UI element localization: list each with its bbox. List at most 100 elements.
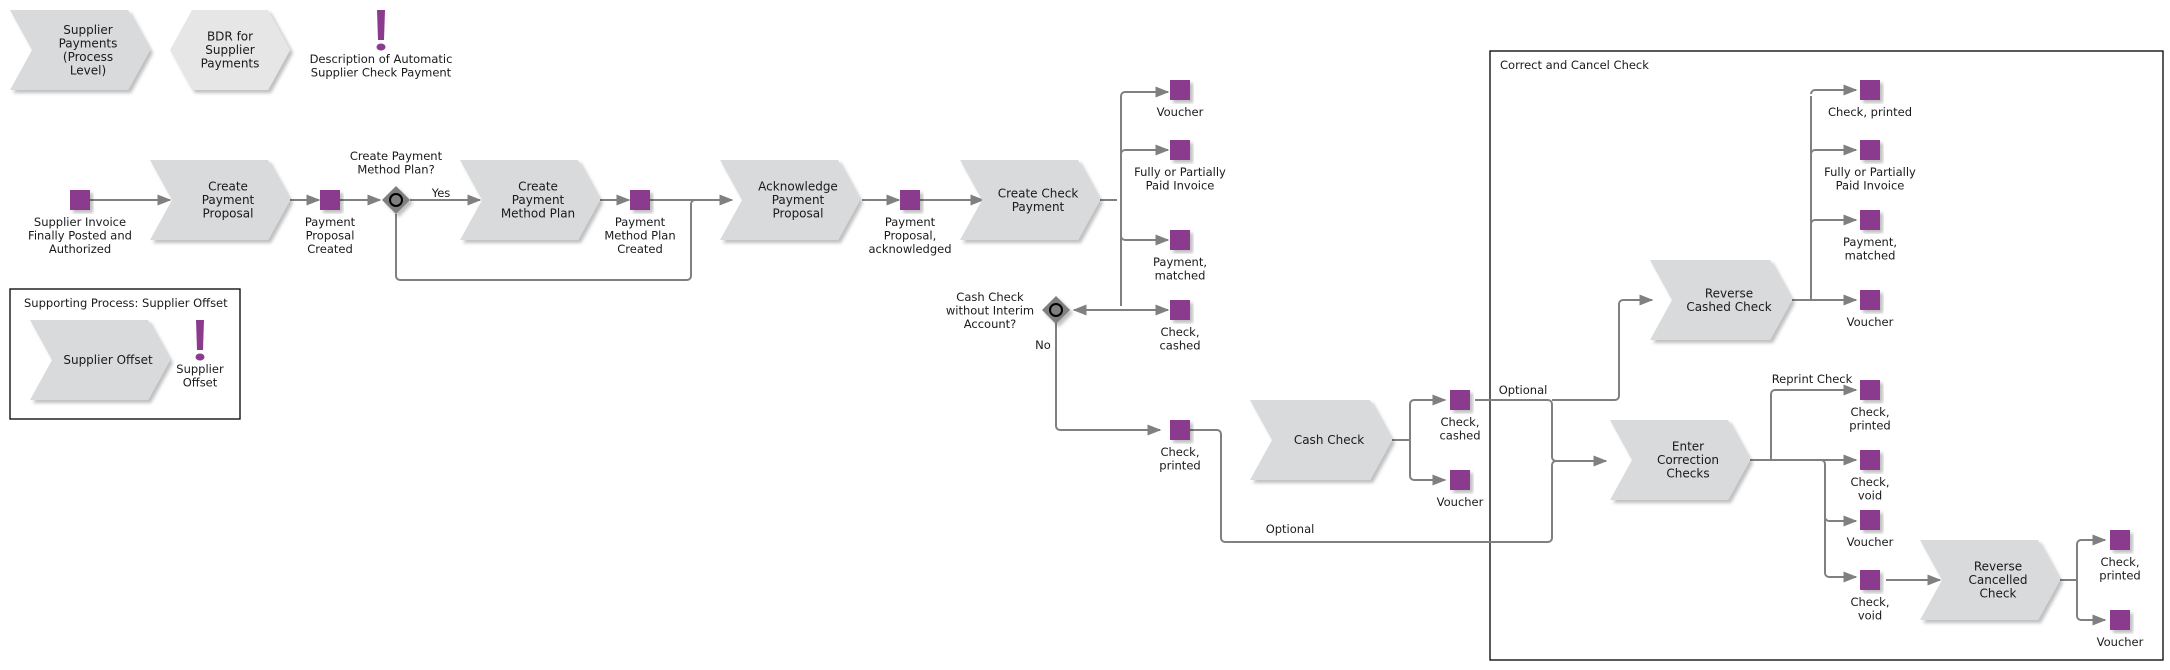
event-label: Fully or Partially Paid Invoice (1134, 165, 1226, 193)
event-label: Voucher (1157, 105, 1204, 119)
function-reverse-cancelled-check[interactable]: Reverse Cancelled Check (1920, 540, 2060, 620)
event-square (1170, 80, 1190, 100)
event-square (1860, 380, 1880, 400)
event-square (1860, 140, 1880, 160)
edge (1120, 144, 1170, 156)
note-description[interactable]: Description of Automatic Supplier Check P… (310, 10, 453, 80)
gateway-cash-check[interactable] (1042, 296, 1070, 324)
edge (1409, 474, 1447, 486)
event-label: Check, printed (1159, 445, 1200, 473)
event-square (1450, 470, 1470, 490)
edge (1810, 84, 1858, 96)
optional-label-top: Optional (1499, 383, 1548, 397)
event[interactable]: Payment, matched (1153, 230, 1207, 283)
event-square (320, 190, 340, 210)
edge (1810, 144, 1858, 156)
function-label: BDR for Supplier Payments (201, 30, 260, 71)
event-square (1450, 390, 1470, 410)
event-label: Fully or Partially Paid Invoice (1824, 165, 1916, 193)
event[interactable]: Voucher (1847, 290, 1894, 329)
reprint-check-label: Reprint Check (1772, 372, 1853, 386)
event-square (630, 190, 650, 210)
event[interactable]: Voucher (1847, 510, 1894, 549)
event-square (900, 190, 920, 210)
function-label: Create Payment Proposal (202, 180, 255, 221)
yes-label: Yes (431, 186, 451, 200)
function-enter-correction-checks[interactable]: Enter Correction Checks (1610, 420, 1750, 500)
event-square (2110, 610, 2130, 630)
event[interactable]: Check, void (1850, 450, 1890, 503)
event[interactable]: Check, cashed (1159, 300, 1201, 353)
event-label: Check, void (1850, 595, 1889, 623)
event-label: Check, printed (1828, 105, 1912, 119)
edge (1552, 294, 1654, 401)
edge (1055, 322, 1162, 436)
event[interactable]: Check, void (1850, 570, 1890, 623)
function-bdr-supplier-payments[interactable]: BDR for Supplier Payments (170, 10, 290, 90)
event-label: Payment Proposal, acknowledged (868, 215, 951, 256)
event-label: Payment, matched (1843, 235, 1897, 263)
event-label: Payment Proposal Created (305, 215, 356, 256)
event-square (70, 190, 90, 210)
event[interactable]: Payment, matched (1843, 210, 1897, 263)
function-supplier-offset[interactable]: Supplier Offset (30, 320, 170, 400)
gateway-question-plan: Create Payment Method Plan? (350, 149, 443, 177)
edge (1475, 399, 1608, 467)
event-label: Check, void (1850, 475, 1889, 503)
function-label: Cash Check (1294, 433, 1364, 447)
event-label: Supplier Invoice Finally Posted and Author… (28, 215, 132, 256)
supporting-process-title: Supporting Process: Supplier Offset (24, 296, 228, 310)
note-supplier-offset[interactable]: Supplier Offset (176, 320, 224, 390)
note-label: Supplier Offset (176, 362, 224, 390)
process-diagram: Supporting Process: Supplier Offset Corr… (9, 10, 2164, 661)
event-square (1170, 230, 1190, 250)
edge (1120, 86, 1170, 98)
function-reverse-cashed-check[interactable]: Reverse Cashed Check (1650, 260, 1792, 340)
event-label: Payment Method Plan Created (604, 215, 675, 256)
gateway-diamond (382, 186, 410, 214)
function-create-payment-proposal[interactable]: Create Payment Proposal (150, 160, 290, 240)
optional-label-bottom: Optional (1266, 522, 1315, 536)
exclamation-dot (195, 353, 205, 361)
event-square (1170, 300, 1190, 320)
event[interactable]: Check, printed (1828, 80, 1912, 119)
event-square (1860, 80, 1880, 100)
event-square (2110, 530, 2130, 550)
event[interactable]: Voucher (2097, 610, 2144, 649)
gateway-question-cash: Cash Check without Interim Account? (946, 290, 1034, 331)
exclamation-icon (196, 320, 204, 350)
edge (1409, 394, 1447, 406)
gateway-diamond (1042, 296, 1070, 324)
event[interactable]: Fully or Partially Paid Invoice (1824, 140, 1916, 193)
event-label: Check, printed (2099, 555, 2140, 583)
event[interactable]: Check, printed (2099, 530, 2141, 583)
event[interactable]: Voucher (1157, 80, 1204, 119)
function-cash-check[interactable]: Cash Check (1250, 400, 1392, 480)
event-label: Voucher (2097, 635, 2144, 649)
edge (1770, 384, 1858, 460)
event[interactable]: Voucher (1437, 470, 1484, 509)
event-square (1860, 290, 1880, 310)
event-square (1170, 140, 1190, 160)
function-acknowledge-payment-proposal[interactable]: Acknowledge Payment Proposal (720, 160, 860, 240)
event[interactable]: Check, printed (1849, 380, 1891, 433)
no-label: No (1035, 338, 1051, 352)
event[interactable]: Fully or Partially Paid Invoice (1134, 140, 1226, 193)
event-square (1860, 570, 1880, 590)
note-label: Description of Automatic Supplier Check P… (310, 52, 453, 80)
gateway-create-plan[interactable] (382, 186, 410, 214)
function-label: Supplier Offset (63, 353, 153, 367)
edge (1820, 459, 1858, 527)
function-create-payment-method-plan[interactable]: Create Payment Method Plan (460, 160, 600, 240)
exclamation-icon (377, 10, 385, 40)
function-supplier-payments[interactable]: Supplier Payments (Process Level) (10, 10, 150, 90)
event-label: Payment, matched (1153, 255, 1207, 283)
event[interactable]: Check, printed (1159, 420, 1201, 473)
event-square (1860, 510, 1880, 530)
event-label: Check, cashed (1439, 415, 1480, 443)
event-label: Check, cashed (1159, 325, 1200, 353)
event[interactable]: Check, cashed (1439, 390, 1481, 443)
event-label: Check, printed (1849, 405, 1890, 433)
event-label: Voucher (1847, 535, 1894, 549)
event-square (1860, 450, 1880, 470)
